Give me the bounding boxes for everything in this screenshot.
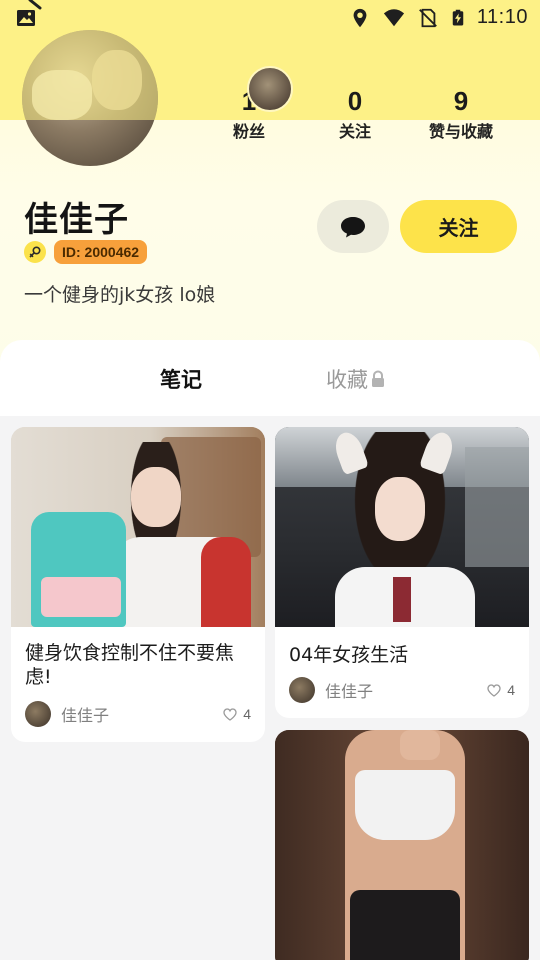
profile-bio: 一个健身的jk女孩 lo娘 bbox=[24, 284, 216, 306]
note-author[interactable]: 佳佳子 bbox=[61, 702, 223, 726]
status-icons: 11:10 bbox=[349, 6, 528, 29]
chat-bubble-icon bbox=[341, 216, 365, 237]
profile-badges: ID: 2000462 bbox=[24, 240, 148, 264]
profile-avatar[interactable] bbox=[22, 30, 158, 166]
user-id-badge: ID: 2000462 bbox=[54, 240, 148, 264]
no-sim-icon bbox=[419, 8, 437, 27]
note-title: 04年女孩生活 bbox=[289, 644, 409, 666]
stat-following-label: 关注 bbox=[338, 122, 371, 141]
heart-outline-icon bbox=[487, 683, 501, 697]
stat-likes-label: 赞与收藏 bbox=[428, 122, 493, 141]
stat-following[interactable]: 0 关注 bbox=[302, 86, 408, 142]
floating-mini-avatar bbox=[247, 66, 293, 112]
wifi-icon bbox=[383, 8, 405, 26]
tab-favorites-label: 收藏 bbox=[326, 368, 368, 392]
note-likes[interactable]: 4 bbox=[223, 706, 251, 722]
author-avatar[interactable] bbox=[289, 677, 315, 703]
stat-following-count: 0 bbox=[347, 86, 363, 116]
note-likes-count: 4 bbox=[243, 706, 251, 722]
note-meta: 佳佳子 4 bbox=[289, 677, 515, 703]
battery-charging-icon bbox=[452, 9, 464, 25]
author-avatar[interactable] bbox=[25, 701, 51, 727]
profile-stats: 1 粉丝 0 关注 9 赞与收藏 bbox=[196, 86, 516, 142]
note-meta: 佳佳子 4 bbox=[25, 701, 251, 727]
note-card[interactable]: 04年女孩生活 佳佳子 4 bbox=[275, 427, 529, 718]
tab-notes[interactable]: 笔记 bbox=[160, 364, 202, 394]
location-icon bbox=[353, 8, 367, 27]
back-arrow-icon[interactable] bbox=[24, 0, 48, 18]
note-likes-count: 4 bbox=[507, 682, 515, 698]
follow-button[interactable]: 关注 bbox=[400, 200, 517, 253]
note-card[interactable] bbox=[275, 730, 529, 960]
heart-outline-icon bbox=[223, 707, 237, 721]
profile-name: 佳佳子 bbox=[24, 200, 129, 240]
message-button[interactable] bbox=[317, 200, 389, 253]
note-image bbox=[11, 427, 265, 627]
note-likes[interactable]: 4 bbox=[487, 682, 515, 698]
note-image bbox=[275, 427, 529, 627]
tab-favorites[interactable]: 收藏 bbox=[326, 364, 386, 394]
status-time: 11:10 bbox=[476, 6, 528, 28]
stat-likes-count: 9 bbox=[453, 86, 469, 116]
note-title: 健身饮食控制不住不要焦虑! bbox=[25, 642, 235, 688]
stat-fans-label: 粉丝 bbox=[232, 122, 265, 141]
female-icon bbox=[24, 241, 46, 263]
note-author[interactable]: 佳佳子 bbox=[325, 678, 487, 702]
content-tabs: 笔记 收藏 bbox=[0, 340, 540, 416]
note-card[interactable]: 健身饮食控制不住不要焦虑! 佳佳子 4 bbox=[11, 427, 265, 742]
note-image bbox=[275, 730, 529, 960]
stat-likes[interactable]: 9 赞与收藏 bbox=[408, 86, 514, 142]
lock-icon bbox=[372, 370, 384, 387]
